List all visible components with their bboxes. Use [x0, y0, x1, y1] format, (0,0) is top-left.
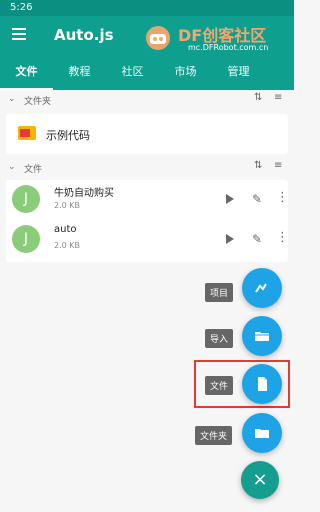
menu-icon[interactable] — [12, 28, 28, 42]
speed-dial-label-import[interactable]: 导入 — [205, 329, 234, 348]
app-title: Auto.js — [54, 26, 114, 44]
watermark-logo-icon — [146, 26, 170, 50]
file-size: 2.0 KB — [54, 241, 80, 250]
tab-files[interactable]: 文件 — [0, 56, 53, 90]
folders-title: 文件夹 — [24, 97, 52, 107]
tab-community[interactable]: 社区 — [106, 56, 159, 90]
list-view-icon[interactable]: ≡ — [274, 160, 282, 171]
tab-tutorials[interactable]: 教程 — [53, 56, 106, 90]
edit-icon[interactable]: ✎ — [252, 232, 262, 246]
play-icon[interactable] — [226, 194, 234, 204]
new-project-button[interactable] — [242, 268, 282, 308]
files-title: 文件 — [24, 165, 43, 175]
folders-header[interactable]: ⌄ 文件夹 ⇅ ≡ — [0, 90, 294, 110]
file-name: auto — [54, 224, 77, 235]
status-bar: 5:26 — [0, 0, 294, 16]
folder-open-icon — [255, 332, 269, 341]
folder-item[interactable]: 示例代码 — [6, 114, 288, 154]
tab-bar: 文件 教程 社区 市场 管理 — [0, 56, 294, 90]
file-actions: ✎ ⋮ — [226, 230, 289, 248]
toolbar: Auto.js DF创客社区 mc.DFRobot.com.cn — [0, 16, 294, 56]
more-icon[interactable]: ⋮ — [276, 230, 289, 245]
avatar: J — [12, 185, 40, 213]
import-button[interactable] — [242, 316, 282, 356]
speed-dial-label-file[interactable]: 文件 — [205, 376, 234, 395]
folder-icon — [255, 429, 269, 438]
new-file-button[interactable] — [242, 364, 282, 404]
sort-icon[interactable]: ⇅ — [254, 92, 262, 103]
new-folder-button[interactable] — [242, 413, 282, 453]
close-speed-dial-button[interactable]: × — [241, 461, 279, 499]
file-actions: ✎ ⋮ — [226, 190, 289, 208]
edit-icon[interactable]: ✎ — [252, 192, 262, 206]
folder-icon — [18, 126, 36, 140]
play-icon[interactable] — [226, 234, 234, 244]
project-icon — [255, 283, 267, 293]
tab-manage[interactable]: 管理 — [212, 56, 265, 90]
sort-icon[interactable]: ⇅ — [254, 160, 262, 171]
avatar: J — [12, 225, 40, 253]
close-icon: × — [252, 469, 268, 490]
chevron-down-icon[interactable]: ⌄ — [8, 162, 16, 172]
chevron-down-icon[interactable]: ⌄ — [8, 94, 16, 104]
files-header[interactable]: ⌄ 文件 ⇅ ≡ — [0, 158, 294, 178]
speed-dial-label-folder[interactable]: 文件夹 — [195, 426, 233, 445]
file-item[interactable]: J auto 2.0 KB ✎ ⋮ — [6, 220, 289, 262]
status-time: 5:26 — [10, 2, 33, 13]
file-name: 牛奶自动购买 — [54, 188, 114, 199]
folder-name: 示例代码 — [46, 129, 90, 142]
watermark-url: mc.DFRobot.com.cn — [188, 43, 269, 52]
file-size: 2.0 KB — [54, 201, 80, 210]
file-icon — [258, 377, 267, 391]
file-item[interactable]: J 牛奶自动购买 2.0 KB ✎ ⋮ — [6, 180, 289, 222]
speed-dial-label-project[interactable]: 项目 — [205, 283, 234, 302]
more-icon[interactable]: ⋮ — [276, 190, 289, 205]
tab-market[interactable]: 市场 — [159, 56, 212, 90]
list-view-icon[interactable]: ≡ — [274, 92, 282, 103]
